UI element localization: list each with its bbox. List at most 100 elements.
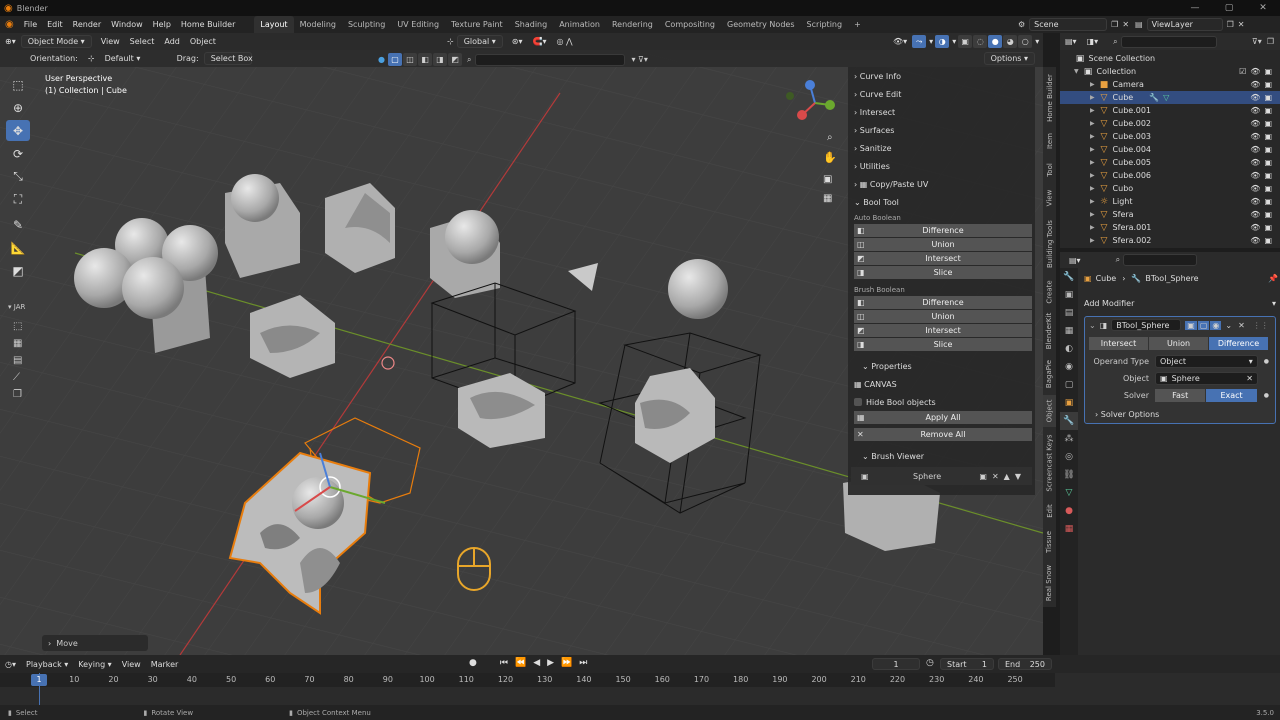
sphere-object[interactable] [668, 259, 728, 319]
timeline-editor-icon[interactable]: ◷▾ [0, 660, 21, 669]
cursor-tool-icon[interactable]: ⊕ [6, 97, 30, 118]
brush-slice-button[interactable]: ◨ Slice [854, 338, 1032, 351]
maximize-icon[interactable]: ▢ [1212, 0, 1246, 16]
overlay-toggle-icon[interactable]: ◑ [935, 35, 950, 48]
menu-object[interactable]: Object [185, 37, 221, 46]
modifier-menu-icon[interactable]: ⌄ [1225, 321, 1232, 330]
tab-object[interactable]: Object [1043, 395, 1056, 427]
tab-view[interactable]: View [1043, 185, 1056, 211]
collapse-icon[interactable]: ⌄ [1089, 321, 1096, 330]
transform-orientation-selector[interactable]: Global ▾ [456, 35, 503, 48]
outliner-item-sfera[interactable]: ▶ ▽ Sfera 👁▣ [1060, 208, 1280, 221]
select-box-mode-icon[interactable]: ▢ [387, 53, 402, 66]
material-props-tab-icon[interactable]: ● [1060, 502, 1078, 520]
rotate-tool-icon[interactable]: ⟳ [6, 143, 30, 164]
tab-edit[interactable]: Edit [1043, 499, 1056, 523]
outliner-item-sfera-002[interactable]: ▶ ▽ Sfera.002 👁▣ [1060, 234, 1280, 247]
minimize-icon[interactable]: — [1178, 0, 1212, 16]
tab-screencast-keys[interactable]: Screencast Keys [1043, 429, 1056, 497]
menu-view[interactable]: View [96, 37, 125, 46]
operation-union[interactable]: Union [1149, 337, 1208, 350]
menu-window[interactable]: Window [106, 20, 148, 29]
outliner-item-cube-004[interactable]: ▶ ▽ Cube.004 👁▣ [1060, 143, 1280, 156]
options-dropdown[interactable]: Options ▾ [983, 52, 1035, 65]
tab-real-snow[interactable]: Real Snow [1043, 561, 1056, 605]
scene-selector[interactable]: Scene [1029, 18, 1108, 31]
jump-keyframe-forward-icon[interactable]: ⏩ [561, 658, 572, 668]
play-icon[interactable]: ▶ [547, 658, 554, 668]
brush-viewer-controls[interactable]: ▣✕▲▼ [979, 472, 1026, 481]
pin-icon[interactable]: 📌 [1268, 274, 1278, 283]
editmode-toggle-icon[interactable]: ▣ [1185, 320, 1197, 330]
auto-union-button[interactable]: ◫ Union [854, 238, 1032, 251]
render-toggle-icon[interactable]: ◉ [1210, 320, 1222, 330]
tab-blenderkit[interactable]: BlenderKit [1043, 309, 1056, 353]
scale-tool-icon[interactable]: ⤡ [6, 166, 30, 187]
section-curve-edit[interactable]: › Curve Edit [848, 85, 1035, 103]
outliner-item-cubo[interactable]: ▶ ▽ Cubo 👁▣ [1060, 182, 1280, 195]
world-props-tab-icon[interactable]: ◉ [1060, 358, 1078, 376]
snap-icon[interactable]: 🧲▾ [528, 37, 552, 46]
tab-scripting[interactable]: Scripting [800, 16, 848, 33]
measure-tool-icon[interactable]: 📐 [6, 237, 30, 258]
start-frame-field[interactable]: Start 1 [940, 658, 994, 670]
menu-timeline-view[interactable]: View [117, 660, 146, 669]
outliner-item-cube-001[interactable]: ▶ ▽ Cube.001 👁▣ [1060, 104, 1280, 117]
jar-tool-2-icon[interactable]: ▦ [13, 338, 27, 349]
operand-type-dropdown[interactable]: Object ▾ [1155, 354, 1258, 368]
expand-icon[interactable]: ▼ [1074, 68, 1082, 75]
tab-tool[interactable]: Tool [1043, 157, 1056, 183]
proportional-edit-icon[interactable]: ◎ ⋀ [552, 37, 578, 46]
jar-tool-5-icon[interactable]: ❐ [13, 389, 27, 400]
end-frame-field[interactable]: End 250 [998, 658, 1052, 670]
apply-all-button[interactable]: ▦ Apply All [854, 411, 1032, 424]
mode-selector[interactable]: Object Mode ▾ [20, 35, 92, 48]
menu-keying[interactable]: Keying ▾ [73, 660, 116, 669]
menu-marker[interactable]: Marker [146, 660, 184, 669]
tab-item[interactable]: Item [1043, 127, 1056, 155]
frame-ruler[interactable]: 1102030405060708090100110120130140150160… [0, 673, 1055, 687]
modifier-name-field[interactable]: BTool_Sphere [1111, 319, 1182, 331]
annotate-tool-icon[interactable]: ✎ [6, 214, 30, 235]
data-props-tab-icon[interactable]: ▽ [1060, 484, 1078, 502]
operand-type-keyframe-icon[interactable]: ● [1264, 358, 1269, 365]
tab-geometry-nodes[interactable]: Geometry Nodes [721, 16, 800, 33]
section-sanitize[interactable]: › Sanitize [848, 139, 1035, 157]
playhead-label[interactable]: 1 [31, 674, 47, 686]
search-field[interactable] [475, 53, 626, 66]
remove-all-button[interactable]: ✕ Remove All [854, 428, 1032, 441]
hide-bool-checkbox[interactable] [854, 398, 862, 406]
select-intersect-mode-icon[interactable]: ◩ [447, 53, 462, 66]
constraints-props-tab-icon[interactable]: ⛓ [1060, 466, 1078, 484]
outliner-item-cube-005[interactable]: ▶ ▽ Cube.005 👁▣ [1060, 156, 1280, 169]
viewport-toggle-icon[interactable]: ▢ [1197, 320, 1210, 330]
select-extend-mode-icon[interactable]: ◫ [402, 53, 417, 66]
brush-viewer-row[interactable]: ▣ Sphere ▣✕▲▼ [851, 467, 1032, 485]
add-modifier-dropdown[interactable]: Add Modifier ▾ [1084, 296, 1276, 310]
orientation-dropdown[interactable]: Default ▾ [100, 54, 172, 63]
outliner-item-cube-003[interactable]: ▶ ▽ Cube.003 👁▣ [1060, 130, 1280, 143]
tab-tissue[interactable]: Tissue [1043, 525, 1056, 559]
select-invert-mode-icon[interactable]: ◨ [432, 53, 447, 66]
view-layer-props-tab-icon[interactable]: ▦ [1060, 322, 1078, 340]
jump-end-icon[interactable]: ⏭ [579, 658, 587, 668]
overlay-menu-icon[interactable]: ▾ [950, 37, 958, 46]
select-subtract-mode-icon[interactable]: ◧ [417, 53, 432, 66]
modifier-display-toggles[interactable]: ▣ ▢ ◉ [1185, 320, 1222, 330]
tab-building-tools[interactable]: Building Tools [1043, 213, 1056, 275]
xray-icon[interactable]: ▣ [958, 35, 973, 48]
gizmo-menu-icon[interactable]: ▾ [927, 37, 935, 46]
section-properties[interactable]: ⌄ Properties [848, 357, 1035, 375]
object-props-tab-icon[interactable]: ▣ [1060, 394, 1078, 412]
particles-props-tab-icon[interactable]: ⁂ [1060, 430, 1078, 448]
view-layer-selector[interactable]: ViewLayer [1146, 18, 1223, 31]
display-mode-icon[interactable]: ◨▾ [1082, 37, 1104, 46]
operation-intersect[interactable]: Intersect [1089, 337, 1148, 350]
outliner-filter-icon[interactable]: ⊽▾ ❐ [1252, 37, 1274, 46]
output-props-tab-icon[interactable]: ▤ [1060, 304, 1078, 322]
auto-slice-button[interactable]: ◨ Slice [854, 266, 1032, 279]
modifier-props-tab-icon[interactable]: 🔧 [1060, 412, 1078, 430]
shading-menu-icon[interactable]: ▾ [1033, 37, 1041, 46]
clock-icon[interactable]: ◷ [926, 658, 934, 668]
new-view-layer-icon[interactable]: ❐ [1227, 20, 1234, 29]
